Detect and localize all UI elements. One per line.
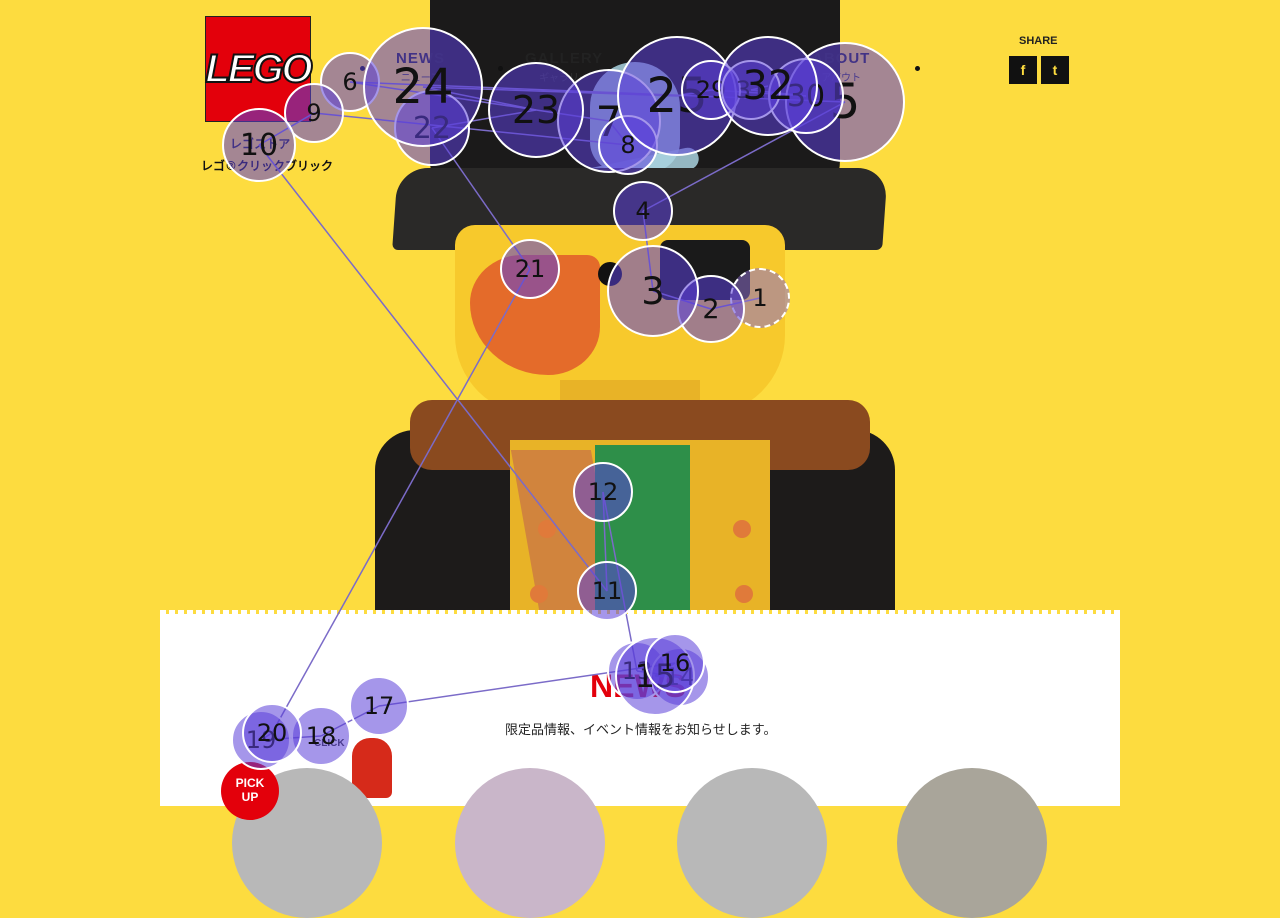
news-thumbnail[interactable] (677, 768, 827, 918)
facebook-share-button[interactable]: f (1009, 56, 1037, 84)
vest-button (735, 585, 753, 603)
nav-gallery[interactable]: GALLERY ギャラリー (525, 50, 603, 84)
panel-stitch-edge (160, 610, 1120, 614)
store-link[interactable]: レゴストア (230, 135, 290, 152)
hero-image (0, 0, 1280, 615)
pickup-badge[interactable]: PICK UP (221, 762, 279, 820)
click-tag[interactable]: CLICK (314, 738, 345, 749)
nav-news-sub: ニュース (400, 73, 441, 84)
shirt (595, 445, 690, 610)
news-description: 限定品情報、イベント情報をお知らせします。 (505, 723, 777, 738)
twitter-icon: t (1052, 62, 1058, 78)
news-heading: NEWS (590, 668, 686, 704)
nav-about-sub: アバウト (821, 73, 861, 84)
nav-about-label: ABOUT (812, 50, 871, 67)
eye-patch (660, 240, 750, 300)
facebook-icon: f (1020, 62, 1026, 78)
nav-about[interactable]: ABOUT アバウト (812, 50, 870, 84)
nav-separator (360, 66, 365, 71)
nav-separator (915, 66, 920, 71)
vest-button (733, 520, 751, 538)
vest-button (530, 585, 548, 603)
click-brick-link[interactable]: レゴ®クリックブリック (201, 157, 333, 174)
nav-news[interactable]: NEWS ニュース (396, 50, 445, 84)
nav-gallery-label: GALLERY (525, 50, 604, 67)
nav-separator (498, 66, 503, 71)
pickup-line1: PICK (235, 776, 265, 790)
lego-logo[interactable]: LEGO (204, 16, 314, 122)
nav-news-label: NEWS (396, 50, 445, 67)
vest-button (538, 520, 556, 538)
twitter-share-button[interactable]: t (1041, 56, 1069, 84)
pickup-line2: UP (241, 790, 259, 804)
news-thumbnail[interactable] (897, 768, 1047, 918)
share-label: SHARE (1019, 35, 1058, 47)
eye (598, 262, 622, 286)
logo-text: LEGO (204, 46, 313, 92)
news-thumbnail[interactable] (455, 768, 605, 918)
nav-gallery-sub: ギャラリー (539, 73, 590, 84)
